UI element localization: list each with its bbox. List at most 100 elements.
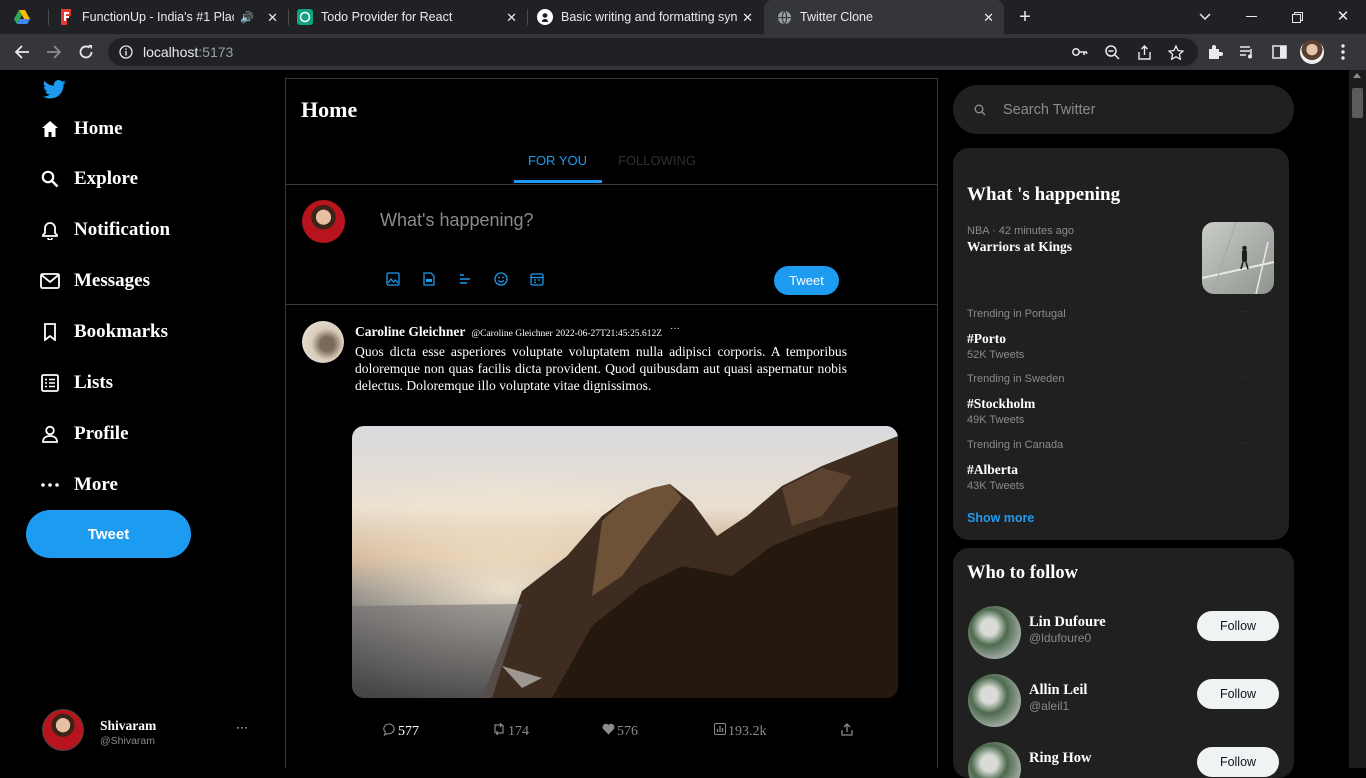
sidebar-tweet-button[interactable]: Tweet: [26, 510, 191, 558]
follow-name[interactable]: Ring How: [1029, 750, 1091, 767]
tab-title: Twitter Clone: [800, 10, 873, 24]
reply-count: 577: [398, 724, 419, 739]
site-info-icon[interactable]: [118, 44, 134, 60]
follow-suggestion: Lin Dufoure @ldufoure0 Follow: [953, 604, 1294, 664]
twitter-logo-icon[interactable]: [43, 80, 67, 102]
post-text: Quos dicta esse asperiores voluptate vol…: [355, 344, 847, 393]
share-post-icon[interactable]: [841, 723, 853, 741]
nav-notification[interactable]: Notification: [40, 215, 170, 245]
scroll-up-arrow-icon[interactable]: [1353, 73, 1361, 78]
follow-button[interactable]: Follow: [1197, 679, 1279, 709]
tab-todo-provider[interactable]: Todo Provider for React ✕: [297, 0, 527, 34]
retweet-action[interactable]: 174: [492, 722, 529, 740]
page-scrollbar[interactable]: [1349, 70, 1366, 768]
composer-avatar: [302, 200, 345, 243]
mail-icon: [40, 271, 60, 291]
compose-placeholder[interactable]: What's happening?: [380, 210, 534, 231]
retweet-icon: [492, 722, 506, 740]
close-window-icon[interactable]: ✕: [1334, 7, 1352, 25]
tweet-post: Caroline Gleichner @Caroline Gleichner 2…: [286, 305, 937, 765]
gif-icon[interactable]: [422, 272, 436, 291]
follow-avatar[interactable]: [968, 742, 1021, 778]
nav-home[interactable]: Home: [40, 114, 123, 144]
post-image[interactable]: [352, 426, 898, 698]
follow-avatar[interactable]: [968, 606, 1021, 659]
search-icon: [40, 169, 60, 189]
post-author-name[interactable]: Caroline Gleichner: [355, 324, 465, 340]
restore-icon[interactable]: [1288, 8, 1306, 26]
image-icon[interactable]: [386, 272, 400, 291]
follow-name[interactable]: Lin Dufoure: [1029, 614, 1106, 631]
twitter-clone-page: Home Explore Notification Messages Bookm…: [0, 70, 1366, 778]
chatgpt-icon: [297, 9, 313, 25]
tab-twitter-clone[interactable]: Twitter Clone ✕: [764, 0, 1004, 34]
emoji-icon[interactable]: [494, 272, 508, 291]
account-switcher[interactable]: Shivaram @Shivaram ···: [40, 706, 250, 752]
trend-more-icon[interactable]: ···: [1239, 306, 1249, 317]
compose-tweet-button[interactable]: Tweet: [774, 266, 839, 295]
trend-more-icon[interactable]: ···: [1239, 438, 1249, 449]
chrome-menu-icon[interactable]: [1334, 43, 1352, 61]
tab-following[interactable]: FOLLOWING: [618, 153, 696, 168]
whats-happening-title: What 's happening: [967, 184, 1121, 205]
extensions-icon[interactable]: [1206, 43, 1224, 61]
nav-messages[interactable]: Messages: [40, 266, 150, 296]
close-tab-icon[interactable]: ✕: [267, 10, 278, 26]
new-tab-icon[interactable]: +: [1015, 6, 1035, 28]
profile-avatar-icon[interactable]: [1300, 40, 1324, 64]
like-action[interactable]: 576: [602, 723, 638, 740]
search-box[interactable]: Search Twitter: [953, 85, 1294, 134]
close-tab-icon[interactable]: ✕: [506, 10, 517, 26]
nav-profile[interactable]: Profile: [40, 419, 129, 449]
trend-more-icon[interactable]: ···: [1239, 372, 1249, 383]
tab-github[interactable]: Basic writing and formatting synt ✕: [537, 0, 763, 34]
bookmark-star-icon[interactable]: [1167, 43, 1185, 61]
follow-name[interactable]: Allin Leil: [1029, 682, 1087, 699]
share-icon[interactable]: [1135, 43, 1153, 61]
nav-explore[interactable]: Explore: [40, 164, 138, 194]
nav-bookmarks[interactable]: Bookmarks: [40, 317, 168, 347]
trend-item[interactable]: Trending in Portugal #Porto 52K Tweets ·…: [953, 304, 1289, 366]
follow-button[interactable]: Follow: [1197, 747, 1279, 777]
close-tab-icon[interactable]: ✕: [983, 10, 994, 26]
post-options-icon[interactable]: ···: [670, 323, 680, 334]
featured-trend[interactable]: NBA · 42 minutes ago Warriors at Kings: [953, 218, 1289, 298]
trend-count: 49K Tweets: [967, 414, 1025, 426]
media-queue-icon[interactable]: [1238, 43, 1256, 61]
tab-functionup[interactable]: FunctionUp - India's #1 Place 🔊 ✕: [58, 0, 288, 34]
featured-title: Warriors at Kings: [967, 239, 1072, 254]
trend-item[interactable]: Trending in Canada #Alberta 43K Tweets ·…: [953, 436, 1289, 498]
pinned-tab-drive[interactable]: [14, 0, 44, 34]
who-to-follow-title: Who to follow: [967, 563, 1078, 583]
zoom-out-icon[interactable]: [1103, 43, 1121, 61]
account-more-icon[interactable]: ···: [236, 720, 248, 734]
audio-playing-icon[interactable]: 🔊: [240, 11, 254, 24]
trend-item[interactable]: Trending in Sweden #Stockholm 49K Tweets…: [953, 370, 1289, 432]
schedule-icon[interactable]: [530, 272, 544, 291]
nav-label: Home: [74, 118, 123, 139]
scrollbar-thumb[interactable]: [1352, 88, 1363, 118]
nav-more[interactable]: More: [40, 470, 118, 500]
key-icon[interactable]: [1071, 43, 1089, 61]
nav-lists[interactable]: Lists: [40, 368, 113, 398]
side-panel-icon[interactable]: [1270, 43, 1288, 61]
follow-button[interactable]: Follow: [1197, 611, 1279, 641]
reload-icon[interactable]: [76, 42, 96, 62]
tab-search-chevron-icon[interactable]: [1196, 8, 1214, 26]
search-input[interactable]: Search Twitter: [1003, 102, 1095, 118]
close-tab-icon[interactable]: ✕: [742, 10, 753, 26]
poll-icon[interactable]: [458, 272, 472, 291]
forward-icon[interactable]: [44, 42, 64, 62]
google-drive-icon: [14, 9, 30, 25]
views-action[interactable]: 193.2k: [714, 723, 767, 740]
show-more-link[interactable]: Show more: [967, 511, 1034, 525]
heart-icon: [602, 723, 615, 740]
post-avatar[interactable]: [302, 321, 344, 363]
back-icon[interactable]: [12, 42, 32, 62]
minimize-icon[interactable]: [1242, 8, 1260, 26]
user-avatar: [42, 709, 84, 751]
reply-action[interactable]: 577: [383, 723, 419, 741]
tab-for-you[interactable]: FOR YOU: [528, 153, 587, 168]
address-bar[interactable]: localhost:5173: [108, 38, 1198, 66]
follow-avatar[interactable]: [968, 674, 1021, 727]
